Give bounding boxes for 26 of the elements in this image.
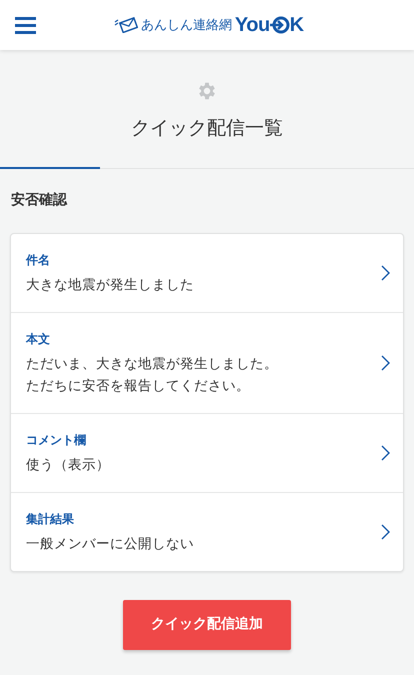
logo-tagline: あんしん連絡網 <box>140 18 232 32</box>
setting-label: 集計結果 <box>26 510 75 528</box>
chevron-right-icon <box>381 445 390 461</box>
setting-value: 大きな地震が発生しました <box>26 276 195 294</box>
setting-value: 一般メンバーに公開しない <box>26 534 195 554</box>
setting-label: 件名 <box>26 252 51 268</box>
envelope-icon <box>114 17 138 33</box>
chevron-right-icon <box>381 265 390 281</box>
setting-row[interactable]: 集計結果 一般メンバーに公開しない <box>11 492 403 570</box>
setting-value: 使う（表示） <box>26 456 111 474</box>
setting-value: ただちに安否を報告してください。 <box>26 376 251 396</box>
setting-label: 本文 <box>26 330 51 348</box>
chevron-right-icon <box>381 524 390 540</box>
section-heading: 安否確認 <box>11 190 68 210</box>
setting-row[interactable]: 本文 ただいま、大きな地震が発生しました。 ただちに安否を報告してください。 <box>11 312 403 412</box>
setting-row[interactable]: コメント欄 使う（表示） <box>11 412 403 492</box>
menu-icon[interactable] <box>15 17 36 34</box>
setting-row[interactable]: 件名 大きな地震が発生しました <box>11 234 403 312</box>
logo-brand: You <box>234 15 270 35</box>
setting-label: コメント欄 <box>26 432 87 448</box>
logo-brand: K <box>290 15 304 35</box>
page-title: クイック配信一覧 <box>131 116 283 141</box>
setting-value: ただいま、大きな地震が発生しました。 <box>26 354 279 374</box>
add-quick-broadcast-button[interactable]: クイック配信追加 <box>123 600 291 650</box>
arrow-circle-icon <box>270 16 290 34</box>
chevron-right-icon <box>381 355 390 371</box>
